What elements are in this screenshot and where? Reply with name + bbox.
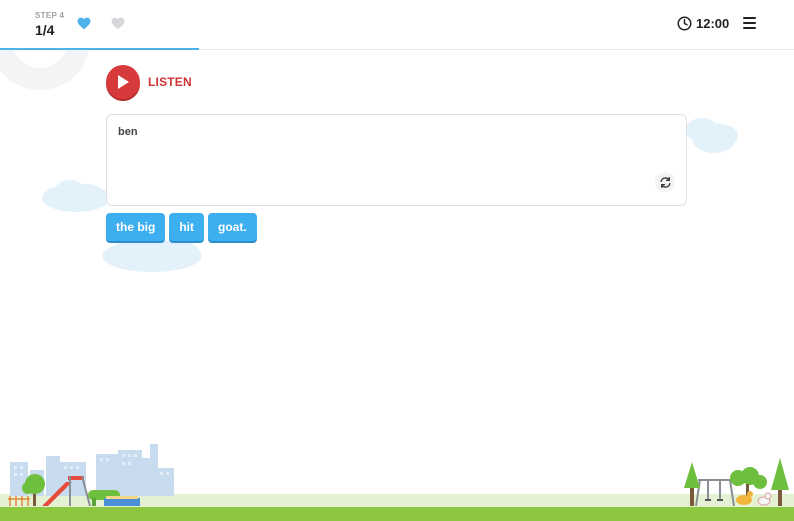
timer-value: 12:00: [696, 16, 730, 31]
heart-icon: [111, 17, 125, 30]
word-chip[interactable]: hit: [169, 213, 204, 241]
playground-illustration: [0, 444, 794, 521]
word-chip[interactable]: goat.: [208, 213, 257, 241]
answer-word[interactable]: ben: [118, 126, 138, 138]
progress-bar: [0, 48, 199, 50]
play-icon[interactable]: [106, 65, 140, 99]
cloud-decoration: [686, 118, 738, 153]
cloud-decoration: [42, 180, 110, 212]
answer-area[interactable]: ben: [106, 114, 687, 206]
word-bank: the big hit goat.: [106, 213, 257, 241]
clock-icon: [677, 16, 692, 31]
step-indicator: STEP 4 1/4: [35, 11, 64, 39]
top-bar: STEP 4 1/4 12:00: [0, 0, 794, 50]
heart-icon: [77, 17, 91, 30]
step-counter: 1/4: [35, 22, 55, 38]
hamburger-menu-icon[interactable]: [743, 17, 756, 29]
refresh-icon[interactable]: [655, 172, 675, 192]
word-chip[interactable]: the big: [106, 213, 166, 241]
listen-button[interactable]: LISTEN: [106, 65, 192, 99]
listen-label: LISTEN: [148, 75, 192, 89]
step-label: STEP 4: [35, 11, 65, 20]
timer: 12:00: [677, 16, 729, 31]
